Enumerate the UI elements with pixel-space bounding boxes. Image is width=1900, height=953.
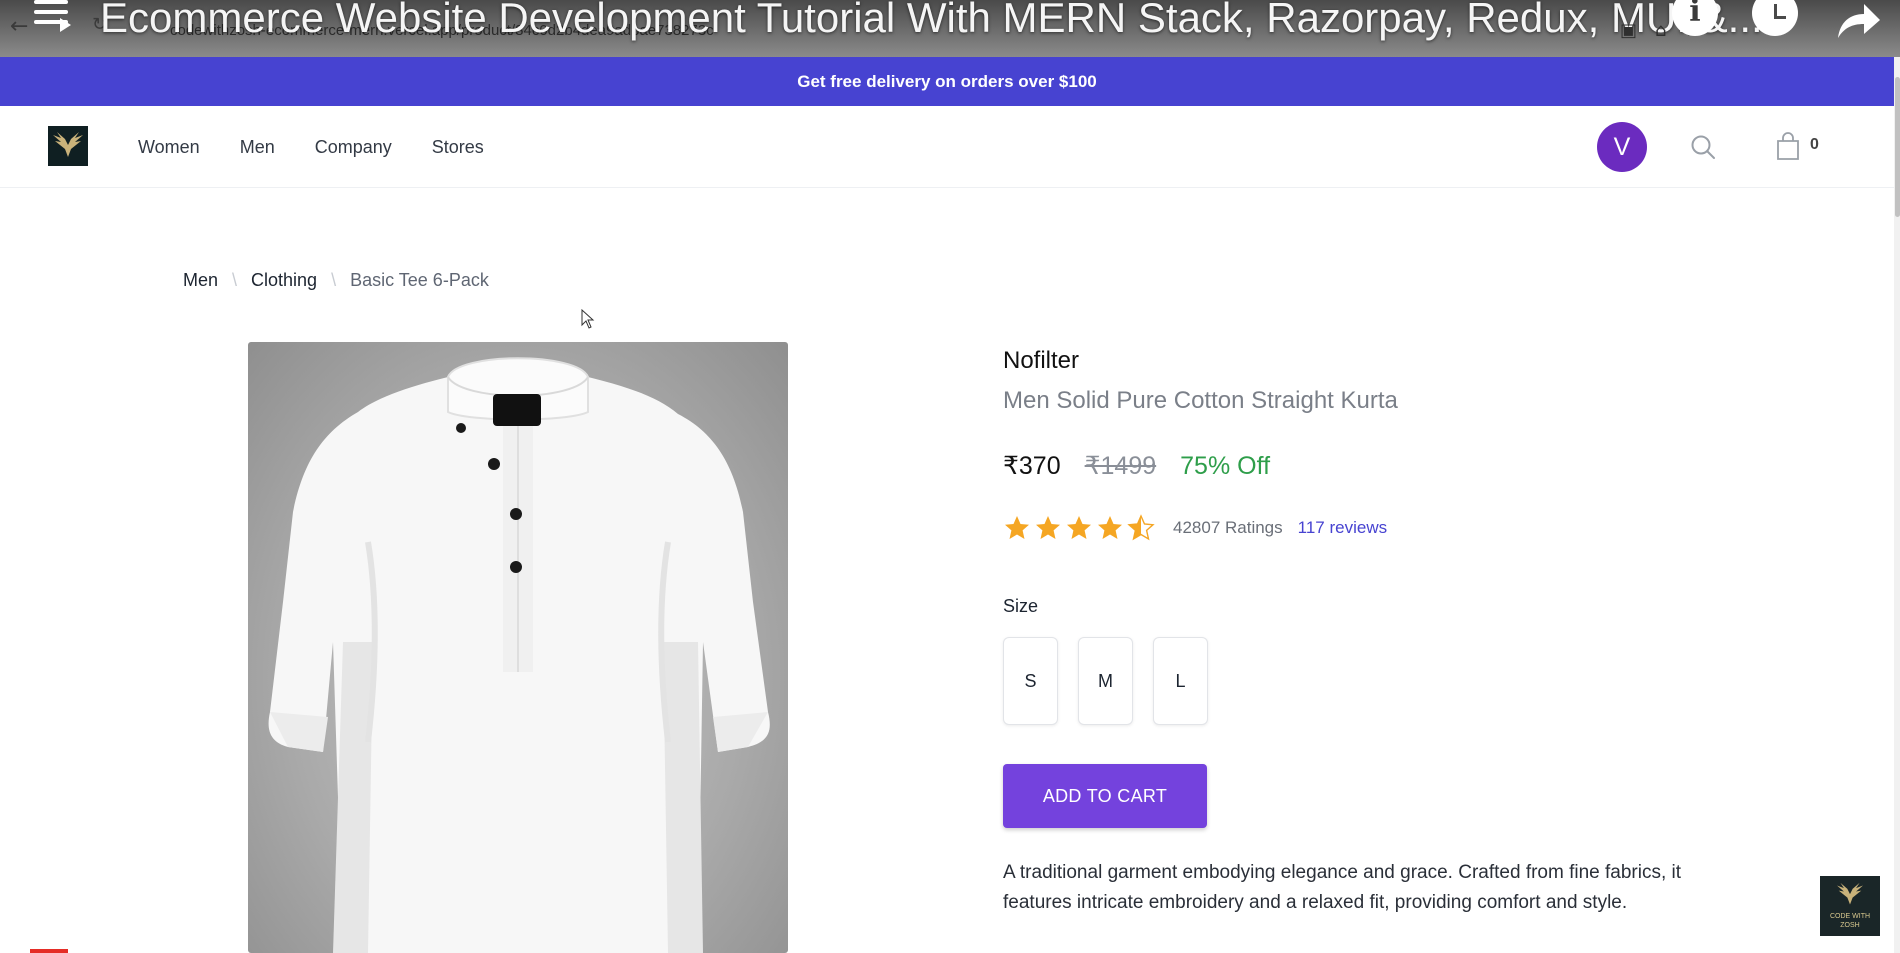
eagle-watermark-icon [1837,882,1863,905]
cart-count: 0 [1810,136,1819,153]
breadcrumb-separator: \ [331,270,337,290]
size-option-l[interactable]: L [1153,637,1208,725]
extension-icon[interactable]: ▣ [1620,20,1637,41]
breadcrumb-men[interactable]: Men [183,270,218,291]
kurta-shirt-image [268,357,770,953]
product-image[interactable] [248,342,788,953]
nav-item-men[interactable]: Men [240,137,275,158]
main-nav: Women Men Company Stores [138,106,484,188]
shopping-bag-icon[interactable] [1776,132,1800,160]
share-arrow-icon[interactable] [1832,0,1882,40]
star-rating[interactable] [1003,514,1155,542]
product-title: Men Solid Pure Cotton Straight Kurta [1003,387,1398,414]
rating-row: 42807 Ratings 117 reviews [1003,514,1387,542]
reviews-link[interactable]: 117 reviews [1298,518,1387,538]
mouse-cursor-icon [581,309,595,329]
add-to-cart-button[interactable]: ADD TO CART [1003,764,1207,828]
product-brand: Nofilter [1003,347,1080,374]
eagle-logo-icon [53,132,83,157]
queue-play-icon [60,18,71,32]
price-row: ₹370 ₹1499 75% Off [1003,451,1270,481]
search-icon[interactable] [1690,134,1716,160]
star-icon [1036,516,1060,539]
star-icon [1127,514,1155,541]
browser-chrome: ← ↻ codewithzosh-ecommerce-mern.vercel.a… [0,0,1900,57]
product-price: ₹370 [1003,452,1061,480]
size-option-m[interactable]: M [1078,637,1133,725]
star-icon [1005,516,1029,539]
star-icon [1067,516,1091,539]
star-icon [1098,516,1122,539]
back-arrow-icon[interactable]: ← [10,14,28,39]
video-title[interactable]: Ecommerce Website Development Tutorial W… [100,0,1763,42]
watermark-text: CODE WITH ZOSH [1829,913,1871,929]
breadcrumb-separator: \ [232,270,238,290]
channel-watermark[interactable]: CODE WITH ZOSH [1820,876,1880,936]
promo-banner: Get free delivery on orders over $100 [0,57,1894,106]
nav-item-women[interactable]: Women [138,137,200,158]
breadcrumb: Men \ Clothing \ Basic Tee 6-Pack [183,270,489,291]
user-avatar[interactable]: V [1597,122,1647,172]
ratings-count: 42807 Ratings [1173,518,1283,537]
nav-item-company[interactable]: Company [315,137,392,158]
video-progress-bar[interactable] [30,949,68,953]
site-logo[interactable] [48,126,88,166]
product-description: A traditional garment embodying elegance… [1003,862,1682,913]
scrollbar-thumb[interactable] [1895,77,1900,217]
site-header: Women Men Company Stores V 0 [0,106,1894,188]
nav-item-stores[interactable]: Stores [432,137,484,158]
breadcrumb-current[interactable]: Basic Tee 6-Pack [350,270,489,291]
size-label: Size [1003,596,1039,616]
size-selector: S M L [1003,637,1208,725]
original-price: ₹1499 [1084,452,1157,480]
chart-extension-icon[interactable]: ⌂ [1655,20,1666,41]
breadcrumb-clothing[interactable]: Clothing [251,270,317,291]
size-option-s[interactable]: S [1003,637,1058,725]
discount-badge: 75% Off [1180,452,1271,480]
